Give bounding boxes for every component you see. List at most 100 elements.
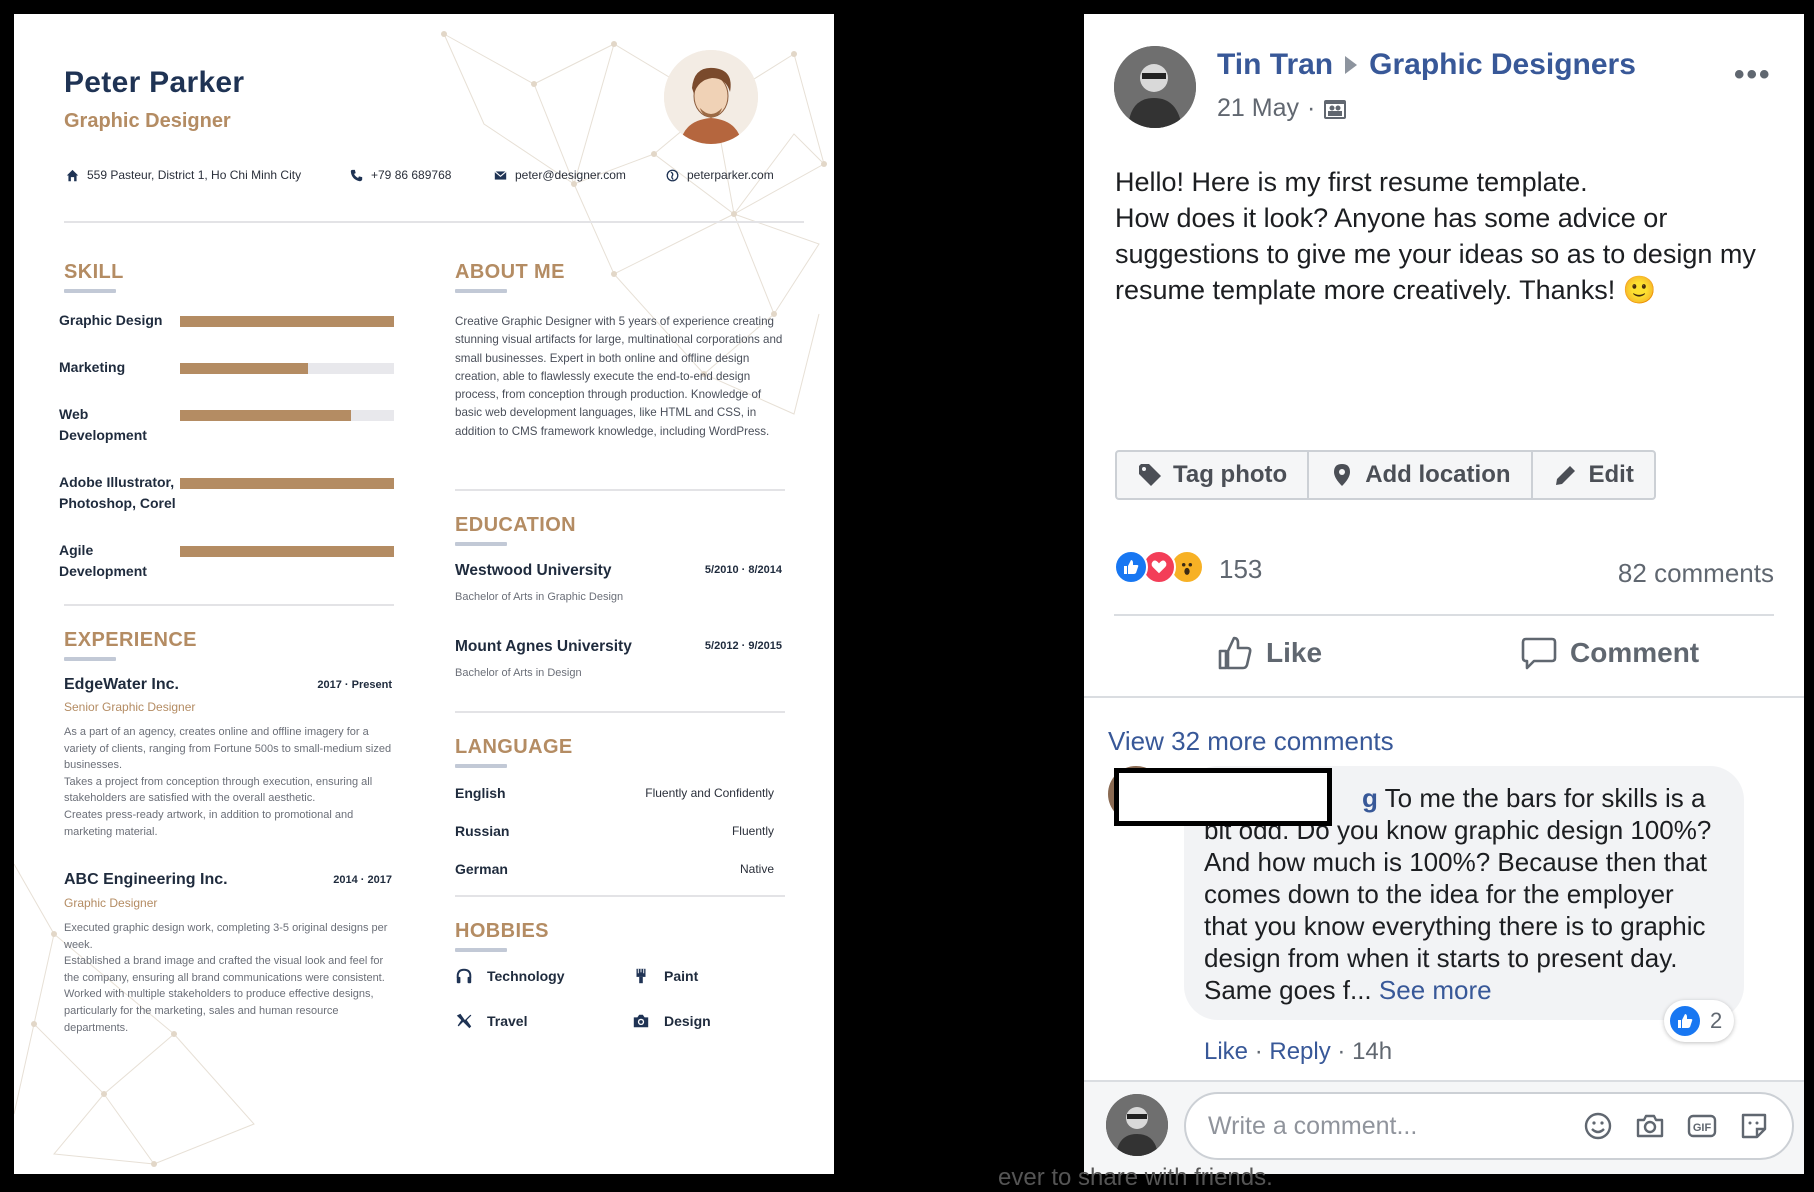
hobby-label: Technology xyxy=(487,968,565,984)
job-dates: 2017 · Present xyxy=(317,679,392,691)
email-icon xyxy=(494,170,507,180)
speech-bubble-icon xyxy=(1521,637,1557,670)
add-location-button[interactable]: Add location xyxy=(1309,452,1533,498)
skill-bar-fill xyxy=(180,316,394,327)
experience-heading: EXPERIENCE xyxy=(64,629,197,651)
job-company: EdgeWater Inc. xyxy=(64,676,179,693)
language-name: German xyxy=(455,861,508,877)
post-meta: 21 May · xyxy=(1217,94,1347,123)
emoji-icon[interactable] xyxy=(1582,1110,1614,1142)
comment-input[interactable]: Write a comment... GIF xyxy=(1184,1092,1794,1160)
skill-bar-fill xyxy=(180,410,352,421)
view-more-comments-link[interactable]: View 32 more comments xyxy=(1108,726,1394,757)
hobbies-heading: HOBBIES xyxy=(455,920,549,942)
job-description: As a part of an agency, creates online a… xyxy=(64,726,392,838)
current-user-avatar xyxy=(1106,1094,1168,1156)
sticker-icon[interactable] xyxy=(1738,1110,1770,1142)
like-label: Like xyxy=(1266,637,1323,668)
comment-likes-count: 2 xyxy=(1710,1008,1723,1033)
skill-bar xyxy=(180,363,394,374)
author-name-link[interactable]: Tin Tran xyxy=(1217,48,1333,82)
post-date[interactable]: 21 May xyxy=(1217,94,1299,123)
hobby-label: Paint xyxy=(664,968,699,984)
tag-icon xyxy=(1139,464,1161,486)
comment-button[interactable]: Comment xyxy=(1520,634,1699,672)
language-divider xyxy=(455,895,785,897)
comment-reactions[interactable]: 2 xyxy=(1664,1000,1735,1042)
education-school: Westwood University xyxy=(455,562,612,579)
job-role: Senior Graphic Designer xyxy=(64,700,196,714)
skill-bar xyxy=(180,316,394,327)
job-dates: 2014 · 2017 xyxy=(333,874,392,886)
comment-actions: Like · Reply · 14h xyxy=(1204,1038,1392,1066)
post-text-line: Hello! Here is my first resume template. xyxy=(1115,167,1588,197)
skill-label: Agile Development xyxy=(59,542,147,579)
like-reaction-icon xyxy=(1114,550,1148,584)
see-more-link[interactable]: See more xyxy=(1379,975,1492,1005)
education-degree: Bachelor of Arts in Design xyxy=(455,667,582,679)
skill-label: Graphic Design xyxy=(59,312,163,328)
globe-icon xyxy=(666,169,679,181)
reactions-icons[interactable] xyxy=(1114,550,1204,584)
reactions-divider xyxy=(1114,614,1774,616)
resume-name: Peter Parker xyxy=(64,66,245,99)
thumbs-up-icon xyxy=(1218,636,1252,670)
svg-text:GIF: GIF xyxy=(1693,1122,1712,1134)
education-dates: 5/2010 · 8/2014 xyxy=(704,564,782,576)
group-name-link[interactable]: Graphic Designers xyxy=(1369,48,1636,82)
skill-bar xyxy=(180,546,394,557)
pencil-icon xyxy=(1555,466,1575,485)
meta-separator: · xyxy=(1306,94,1316,122)
post-text: Hello! Here is my first resume template.… xyxy=(1115,164,1785,308)
actions-divider xyxy=(1084,696,1804,698)
skill-bar-fill xyxy=(180,478,394,489)
phone-icon xyxy=(350,169,363,181)
post-author-line: Tin Tran Graphic Designers xyxy=(1217,48,1636,82)
comment-reply-link[interactable]: Reply xyxy=(1269,1038,1330,1065)
facebook-post: Tin Tran Graphic Designers 21 May · ••• … xyxy=(1084,14,1804,1174)
job-role: Graphic Designer xyxy=(64,896,158,910)
resume-document: Peter Parker Graphic Designer 559 Pasteu… xyxy=(14,14,834,1174)
skill-label: Marketing xyxy=(59,359,126,375)
comment-like-link[interactable]: Like xyxy=(1204,1038,1248,1065)
education-heading: EDUCATION xyxy=(455,514,577,536)
hobby-item: Design xyxy=(632,1012,711,1030)
education-degree: Bachelor of Arts in Graphic Design xyxy=(455,591,624,603)
hobby-item: Travel xyxy=(455,1012,527,1030)
language-underline xyxy=(455,764,507,768)
author-avatar[interactable] xyxy=(1114,46,1196,128)
language-heading: LANGUAGE xyxy=(455,736,573,758)
gif-icon[interactable]: GIF xyxy=(1686,1110,1718,1142)
commenter-name-link[interactable]: g xyxy=(1362,783,1378,813)
skill-bar xyxy=(180,478,394,489)
photo-action-bar: Tag photo Add location Edit xyxy=(1115,450,1656,500)
contact-phone: +79 86 689768 xyxy=(350,168,451,182)
reactions-count[interactable]: 153 xyxy=(1219,554,1262,585)
more-options-button[interactable]: ••• xyxy=(1734,58,1772,92)
comments-count-link[interactable]: 82 comments xyxy=(1556,558,1774,589)
comment-label: Comment xyxy=(1570,637,1700,668)
education-underline xyxy=(455,542,507,546)
like-button[interactable]: Like xyxy=(1216,634,1322,672)
skill-divider xyxy=(64,604,394,606)
phone-text: +79 86 689768 xyxy=(371,168,452,182)
contact-email: peter@designer.com xyxy=(494,168,626,182)
add-location-label: Add location xyxy=(1365,461,1511,488)
arrow-right-icon xyxy=(1345,56,1358,74)
hobby-label: Travel xyxy=(487,1013,528,1029)
header-divider xyxy=(64,221,804,223)
edit-label: Edit xyxy=(1588,461,1634,488)
comment-placeholder: Write a comment... xyxy=(1208,1111,1418,1140)
tag-photo-button[interactable]: Tag photo xyxy=(1117,452,1310,498)
edit-button[interactable]: Edit xyxy=(1533,452,1654,498)
location-pin-icon xyxy=(1334,464,1351,486)
language-level: Fluently and Confidently xyxy=(645,786,774,800)
education-divider xyxy=(455,711,785,713)
camera-icon xyxy=(633,1014,649,1028)
comment-time[interactable]: 14h xyxy=(1352,1038,1392,1065)
headphones-icon xyxy=(456,968,472,984)
camera-icon[interactable] xyxy=(1634,1110,1666,1142)
resume-title: Graphic Designer xyxy=(64,110,231,132)
tag-photo-label: Tag photo xyxy=(1173,461,1288,488)
home-icon xyxy=(66,169,79,181)
